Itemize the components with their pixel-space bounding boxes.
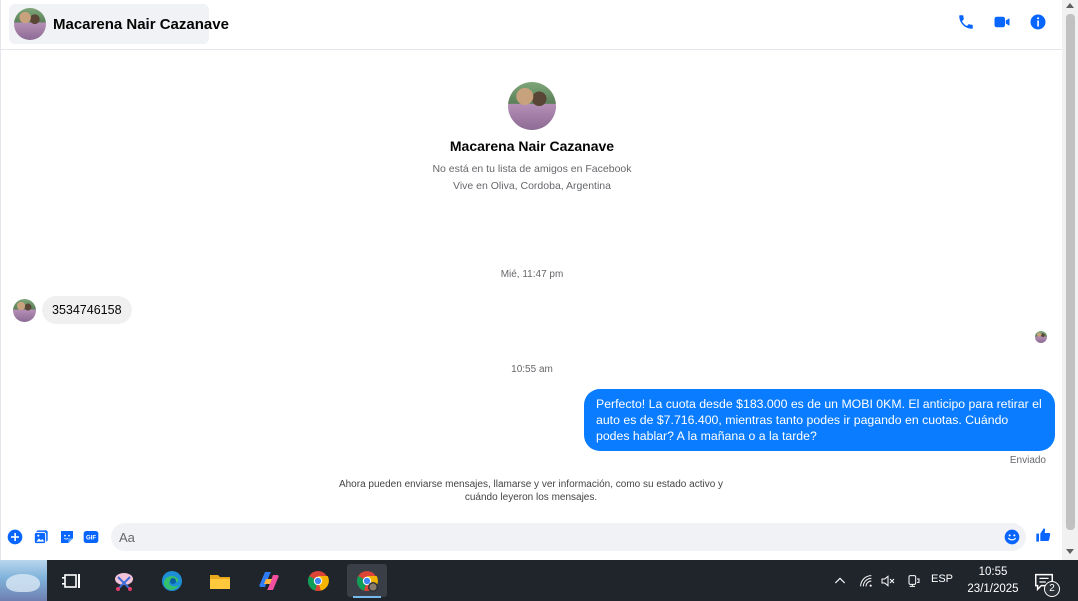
read-receipt-avatar <box>1035 331 1047 343</box>
profile-avatar[interactable] <box>508 82 556 130</box>
like-icon[interactable] <box>1035 527 1053 545</box>
info-icon[interactable] <box>1029 13 1047 31</box>
message-timestamp: Mié, 11:47 pm <box>500 269 564 280</box>
file-explorer-icon[interactable] <box>200 564 240 597</box>
video-icon[interactable] <box>993 13 1011 31</box>
outgoing-message-bubble[interactable]: Perfecto! La cuota desde $183.000 es de … <box>584 389 1055 451</box>
edge-icon[interactable] <box>152 564 192 597</box>
scrollbar-thumb[interactable] <box>1066 14 1075 530</box>
show-hidden-icons-icon[interactable] <box>832 560 848 601</box>
clock-date: 23/1/2025 <box>967 583 1019 595</box>
message-timestamp: 10:55 am <box>511 364 553 375</box>
taskbar: ESP 10:55 23/1/2025 2 <box>0 560 1078 601</box>
incoming-message-row: 3534746158 <box>13 296 132 324</box>
taskbar-clock[interactable]: 10:55 23/1/2025 <box>960 564 1026 598</box>
friend-status: No está en tu lista de amigos en Faceboo… <box>432 163 632 175</box>
messaging-notice: Ahora pueden enviarse mensajes, llamarse… <box>338 479 724 503</box>
incoming-message-bubble[interactable]: 3534746158 <box>42 296 132 324</box>
emoji-icon[interactable] <box>1004 529 1020 545</box>
input-language[interactable]: ESP <box>931 573 953 585</box>
notification-count-badge: 2 <box>1044 581 1060 597</box>
snipping-tool-icon[interactable] <box>104 564 144 597</box>
vertical-scrollbar[interactable] <box>1062 0 1078 560</box>
sender-avatar[interactable] <box>13 298 36 322</box>
wifi-icon[interactable] <box>858 560 874 601</box>
gif-icon[interactable]: GIF <box>83 529 99 545</box>
task-view-icon[interactable] <box>52 564 92 597</box>
contact-avatar <box>14 8 46 40</box>
message-input-container <box>111 523 1026 551</box>
photo-icon[interactable] <box>33 529 49 545</box>
message-input[interactable] <box>111 523 971 551</box>
plus-icon[interactable] <box>7 529 23 545</box>
sticker-icon[interactable] <box>59 529 75 545</box>
profile-location: Vive en Oliva, Cordoba, Argentina <box>453 180 611 192</box>
message-status: Enviado <box>1009 455 1046 466</box>
message-composer: GIF <box>1 522 1063 552</box>
chat-window: Macarena Nair Cazanave Macarena Nair Caz… <box>0 0 1063 560</box>
clock-time: 10:55 <box>978 566 1008 578</box>
contact-name: Macarena Nair Cazanave <box>53 15 229 33</box>
chrome-icon[interactable] <box>298 564 338 597</box>
chrome-profile-icon[interactable] <box>347 564 387 598</box>
header-actions <box>957 13 1047 31</box>
phone-icon[interactable] <box>957 13 975 31</box>
profile-intro: Macarena Nair Cazanave No está en tu lis… <box>1 82 1063 192</box>
desktop-screen: Macarena Nair Cazanave Macarena Nair Caz… <box>0 0 1078 601</box>
chat-header: Macarena Nair Cazanave <box>1 0 1063 50</box>
scroll-down-arrow-icon[interactable] <box>1066 549 1074 554</box>
scroll-up-arrow-icon[interactable] <box>1066 3 1074 8</box>
gif-label: GIF <box>86 536 96 542</box>
meet-now-icon[interactable] <box>905 560 921 601</box>
profile-name: Macarena Nair Cazanave <box>449 138 615 154</box>
volume-muted-icon[interactable] <box>880 560 896 601</box>
widgets-thumbnail[interactable] <box>0 560 47 601</box>
copilot-icon[interactable] <box>249 564 289 597</box>
contact-header-button[interactable]: Macarena Nair Cazanave <box>9 4 229 44</box>
active-indicator <box>353 596 381 598</box>
